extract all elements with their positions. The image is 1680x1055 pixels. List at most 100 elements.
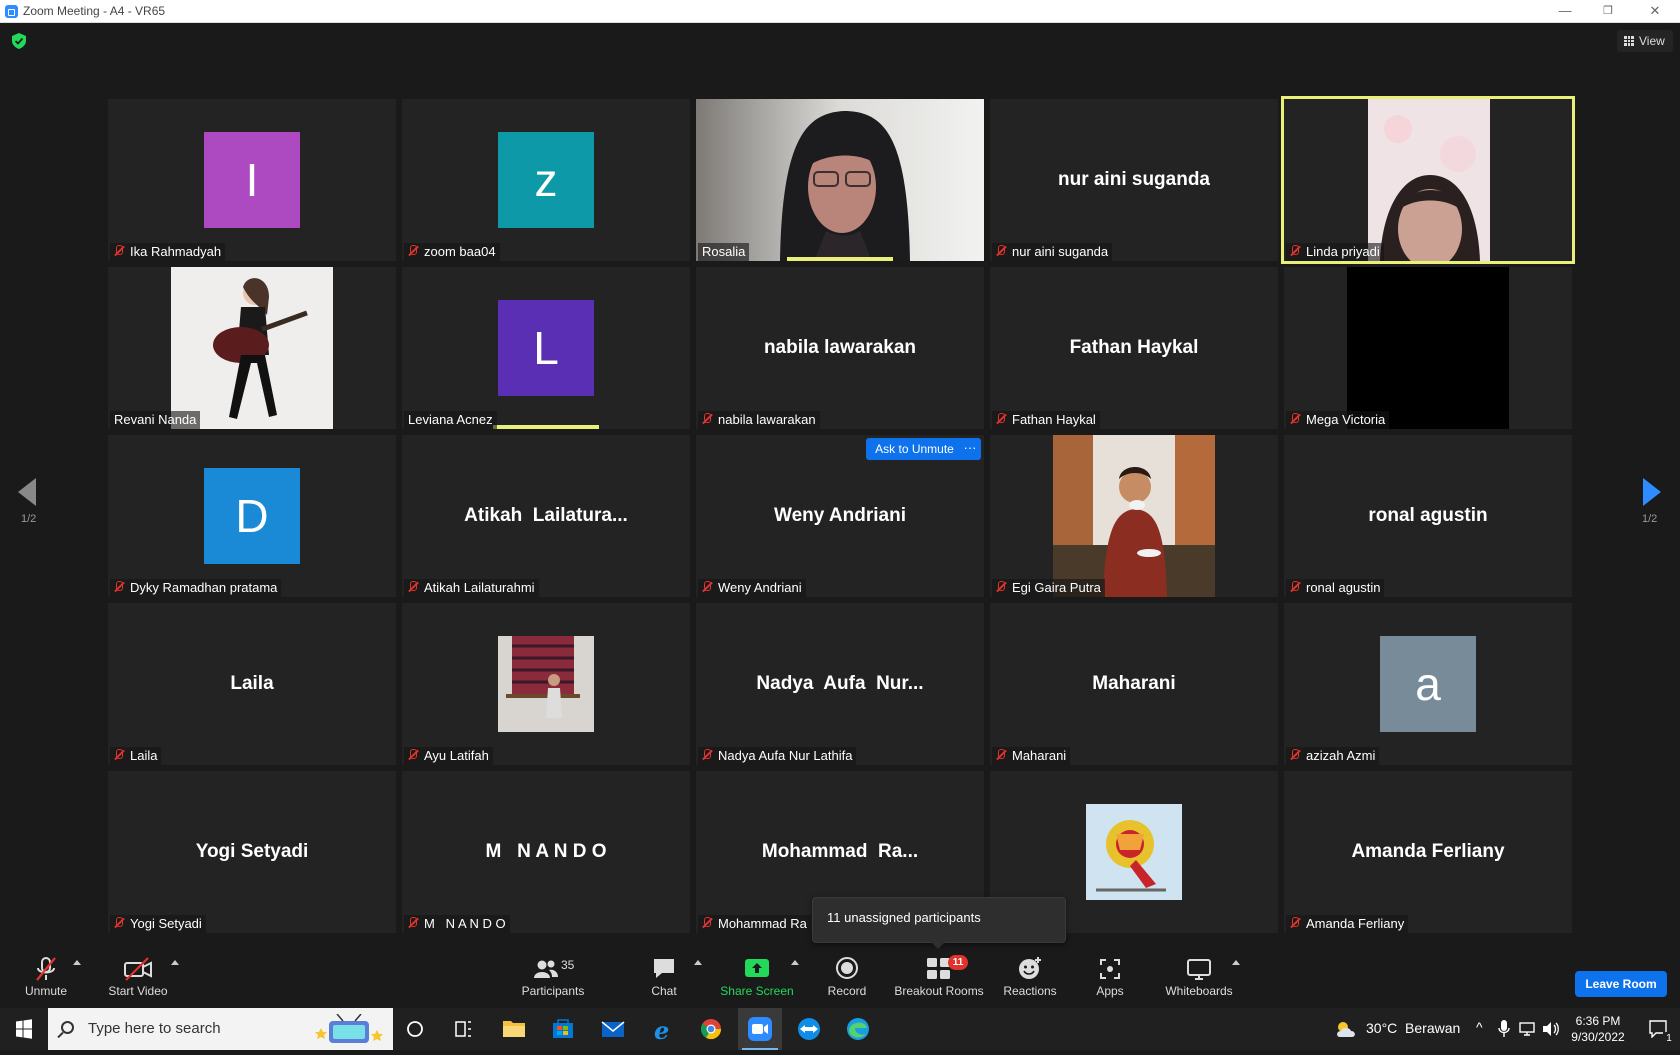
chat-button[interactable]: Chat	[648, 956, 680, 998]
whiteboard-icon	[1186, 956, 1212, 982]
teamviewer-icon	[798, 1018, 820, 1040]
microphone-icon[interactable]	[1498, 1020, 1510, 1038]
teamviewer-app[interactable]	[787, 1008, 831, 1050]
task-view-icon	[455, 1021, 471, 1037]
close-button[interactable]: ✕	[1639, 1, 1671, 21]
participant-tile-m-n-a-n-d-o[interactable]: M N A N D O M N A N D O	[402, 771, 690, 933]
muted-mic-icon	[1290, 917, 1300, 929]
internet-explorer-app[interactable]: e	[640, 1008, 684, 1050]
zoom-camera-icon	[748, 1017, 772, 1041]
participant-tile-azizah-azmi[interactable]: a azizah Azmi	[1284, 603, 1572, 765]
previous-page-arrow-icon[interactable]	[18, 478, 36, 506]
muted-mic-icon	[114, 245, 124, 257]
participant-tile-ayu-latifah[interactable]: Ayu Latifah	[402, 603, 690, 765]
breakout-rooms-label: Breakout Rooms	[894, 984, 984, 998]
taskbar-clock[interactable]: 6:36 PM 9/30/2022	[1556, 1013, 1640, 1045]
participant-tile-egi-gaira-putra[interactable]: Egi Gaira Putra	[990, 435, 1278, 597]
participant-name-label: Leviana Acnez	[404, 411, 497, 429]
participant-tile-fathan-haykal[interactable]: Fathan Haykal Fathan Haykal	[990, 267, 1278, 429]
more-options-button[interactable]: ···	[959, 438, 981, 460]
participant-tile-linda-priyadi[interactable]: Linda priyadi	[1281, 96, 1575, 264]
start-button[interactable]	[0, 1008, 47, 1050]
participant-profile-photo	[498, 636, 594, 732]
participant-tile-ronal-agustin[interactable]: ronal agustin ronal agustin	[1284, 435, 1572, 597]
apps-button[interactable]: Apps	[1095, 956, 1125, 998]
participant-tile-revani-nanda[interactable]: Revani Nanda	[108, 267, 396, 429]
microsoft-store-app[interactable]	[541, 1008, 585, 1050]
participant-name-label: Rosalia	[698, 243, 750, 261]
shield-icon[interactable]	[12, 33, 26, 49]
participant-tile-nadya-aufa-nur-lathifa[interactable]: Nadya Aufa Nur... Nadya Aufa Nur Lathifa	[696, 603, 984, 765]
participant-tile-zoom-baa04[interactable]: z zoom baa04	[402, 99, 690, 261]
chrome-app[interactable]	[689, 1008, 733, 1050]
participants-button[interactable]: 35 Participants	[520, 956, 586, 998]
participant-tile-nur-aini-suganda[interactable]: nur aini suganda nur aini suganda	[990, 99, 1278, 261]
audio-options-chevron-icon[interactable]	[73, 960, 81, 965]
leave-room-button[interactable]: Leave Room	[1575, 971, 1667, 997]
edge-app[interactable]	[836, 1008, 880, 1050]
participant-display-name: M N A N D O	[485, 841, 607, 862]
start-video-label: Start Video	[108, 984, 168, 998]
participant-tile-maharani[interactable]: Maharani Maharani	[990, 603, 1278, 765]
participant-name-label: Nadya Aufa Nur Lathifa	[698, 747, 857, 765]
muted-mic-icon	[114, 749, 124, 761]
muted-mic-icon	[1290, 749, 1300, 761]
file-explorer-app[interactable]	[492, 1008, 536, 1050]
breakout-rooms-icon: 11	[926, 955, 968, 982]
participant-name-label: Fathan Haykal	[992, 411, 1100, 429]
participant-name-label: zoom baa04	[404, 243, 500, 261]
view-button[interactable]: View	[1617, 30, 1673, 52]
chevron-up-icon[interactable]: ^	[1476, 1019, 1483, 1035]
participant-tile-dyky-ramadhan-pratama[interactable]: D Dyky Ramadhan pratama	[108, 435, 396, 597]
participant-tile-nabila-lawarakan[interactable]: nabila lawarakan nabila lawarakan	[696, 267, 984, 429]
participant-profile-photo	[1086, 804, 1182, 900]
participant-tile-mega-victoria[interactable]: Mega Victoria	[1284, 267, 1572, 429]
windows-taskbar: Type here to search e 30°C Berawan ^ 6:3…	[0, 1008, 1680, 1050]
folder-icon	[503, 1021, 525, 1037]
start-video-button[interactable]: Start Video	[104, 956, 172, 998]
participant-display-name: Maharani	[1092, 673, 1176, 694]
whiteboards-options-chevron-icon[interactable]	[1232, 960, 1240, 965]
taskbar-search-box[interactable]: Type here to search	[48, 1008, 393, 1050]
participant-name-label: Mega Victoria	[1286, 411, 1390, 429]
participant-name: Dyky Ramadhan pratama	[130, 580, 278, 595]
ask-to-unmute-button[interactable]: Ask to Unmute	[866, 438, 963, 460]
muted-mic-icon	[996, 581, 1006, 593]
page-indicator-left: 1/2	[21, 513, 37, 525]
reactions-button[interactable]: Reactions	[1002, 956, 1058, 998]
breakout-rooms-button[interactable]: 11 Breakout Rooms	[894, 955, 984, 998]
participant-tile-ika-rahmadyah[interactable]: I Ika Rahmadyah	[108, 99, 396, 261]
share-screen-button[interactable]: Share Screen	[720, 956, 794, 998]
participant-name: Ika Rahmadyah	[130, 244, 222, 259]
participant-tile-yogi-setyadi[interactable]: Yogi Setyadi Yogi Setyadi	[108, 771, 396, 933]
weather-text[interactable]: 30°C Berawan	[1366, 1020, 1460, 1036]
meeting-toolbar: Unmute Start Video 35 Participants Chat …	[0, 942, 1680, 1008]
muted-mic-icon	[33, 956, 59, 982]
notification-center-button[interactable]: 1	[1640, 1008, 1680, 1050]
whiteboards-button[interactable]: Whiteboards	[1164, 956, 1234, 998]
chat-options-chevron-icon[interactable]	[694, 960, 702, 965]
participant-name: nabila lawarakan	[718, 412, 816, 427]
unmute-button[interactable]: Unmute	[20, 956, 72, 998]
cortana-circle-icon	[407, 1021, 423, 1037]
chat-bubble-icon	[651, 956, 677, 982]
share-options-chevron-icon[interactable]	[791, 960, 799, 965]
record-button[interactable]: Record	[826, 956, 868, 998]
participant-tile-rosalia[interactable]: Rosalia	[696, 99, 984, 261]
participant-tile-amanda-ferliany[interactable]: Amanda Ferliany Amanda Ferliany	[1284, 771, 1572, 933]
video-options-chevron-icon[interactable]	[171, 960, 179, 965]
cortana-button[interactable]	[393, 1008, 437, 1050]
task-view-button[interactable]	[441, 1008, 485, 1050]
mail-app[interactable]	[591, 1008, 635, 1050]
participant-name: Leviana Acnez	[408, 412, 493, 427]
grid-icon	[1624, 36, 1634, 46]
muted-mic-icon	[702, 749, 712, 761]
participant-tile-laila[interactable]: Laila Laila	[108, 603, 396, 765]
minimize-button[interactable]: —	[1549, 1, 1581, 21]
network-icon[interactable]	[1518, 1021, 1536, 1037]
participant-tile-leviana-acnez[interactable]: L Leviana Acnez	[402, 267, 690, 429]
next-page-arrow-icon[interactable]	[1643, 478, 1661, 506]
participant-tile-atikah-lailaturahmi[interactable]: Atikah Lailatura... Atikah Lailaturahmi	[402, 435, 690, 597]
restore-button[interactable]: ❐	[1592, 1, 1624, 21]
zoom-app[interactable]	[738, 1008, 782, 1050]
